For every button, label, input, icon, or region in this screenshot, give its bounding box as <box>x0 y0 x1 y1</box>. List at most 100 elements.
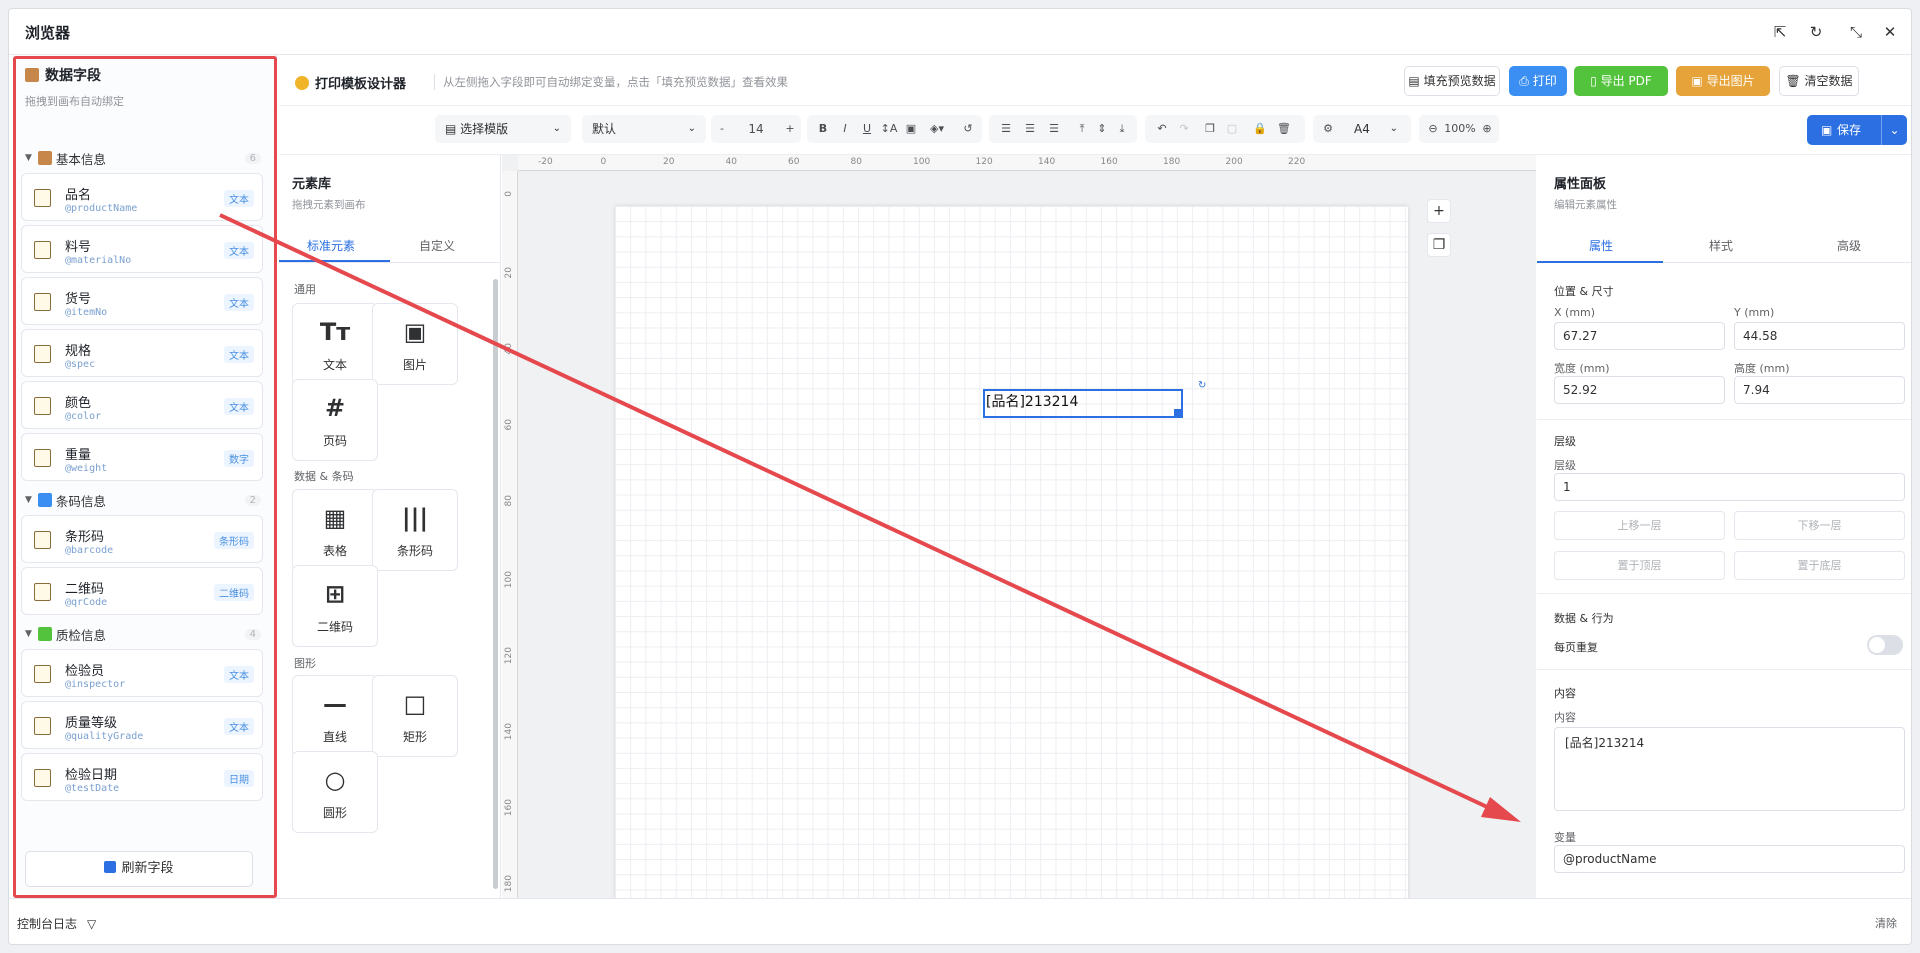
layer-label: 层级 <box>1554 459 1576 472</box>
font-decrease-button[interactable]: - <box>711 115 733 143</box>
element-label: 图片 <box>402 358 427 372</box>
bold-icon[interactable]: B <box>812 115 834 143</box>
bring-to-front-button[interactable]: 置于顶层 <box>1554 551 1725 580</box>
library-item[interactable]: ▣ 图片 <box>372 303 458 385</box>
gear-icon[interactable]: ⚙ <box>1317 115 1339 143</box>
align-middle-icon[interactable]: ⇕ <box>1091 115 1113 143</box>
italic-icon[interactable]: I <box>834 115 856 143</box>
width-input[interactable]: 52.92 <box>1554 376 1725 404</box>
height-input[interactable]: 7.94 <box>1734 376 1905 404</box>
ruler-horizontal: -20 0 20 40 60 80 100 120 140 160 180 200 220 <box>518 155 1536 171</box>
font-family-select[interactable]: 默认 ⌄ <box>582 115 706 143</box>
repeat-toggle[interactable] <box>1867 635 1903 655</box>
field-item[interactable]: 检验日期 @testDate 日期 <box>21 753 263 801</box>
delete-icon[interactable]: 🗑 <box>1273 115 1295 143</box>
copy-icon[interactable]: ❐ <box>1199 115 1221 143</box>
library-item[interactable]: ○ 圆形 <box>292 751 378 833</box>
print-button[interactable]: ⎙ 打印 <box>1509 66 1567 96</box>
undo-icon[interactable]: ↶ <box>1151 115 1173 143</box>
x-input[interactable]: 67.27 <box>1554 322 1725 350</box>
ruler-tick-label: 160 <box>1100 157 1118 167</box>
filter-icon[interactable]: ▽ <box>87 917 96 931</box>
export-pdf-button[interactable]: ▯ 导出 PDF <box>1574 66 1668 96</box>
console-log-toggle[interactable]: 控制台日志 <box>17 917 77 931</box>
font-size-value[interactable]: 14 <box>738 115 774 143</box>
copy-page-button[interactable]: ❐ <box>1427 233 1451 257</box>
ruler-tick-label: 100 <box>913 157 931 167</box>
field-item[interactable]: 颜色 @color 文本 <box>21 381 263 429</box>
field-item[interactable]: 条形码 @barcode 条形码 <box>21 515 263 563</box>
library-item[interactable]: # 页码 <box>292 379 378 461</box>
font-increase-button[interactable]: + <box>779 115 801 143</box>
zoom-in-icon[interactable]: ⊕ <box>1476 115 1498 143</box>
content-textarea[interactable]: [品名]213214 <box>1554 727 1905 811</box>
collapse-icon[interactable]: ⤡ <box>1845 21 1867 43</box>
template-select[interactable]: ▤ 选择模版 ⌄ <box>435 115 571 143</box>
clear-data-button[interactable]: 🗑 清空数据 <box>1779 66 1859 96</box>
close-icon[interactable]: ✕ <box>1879 21 1901 43</box>
rotate-handle-icon[interactable]: ↻ <box>1198 380 1206 391</box>
library-item[interactable]: ▦ 表格 <box>292 489 378 571</box>
align-top-icon[interactable]: ⤒ <box>1071 115 1093 143</box>
save-menu-chevron-icon[interactable]: ⌄ <box>1881 115 1907 145</box>
lock-icon[interactable]: 🔒 <box>1249 115 1271 143</box>
field-item[interactable]: 货号 @itemNo 文本 <box>21 277 263 325</box>
library-item[interactable]: ⊞ 二维码 <box>292 565 378 647</box>
field-group-header[interactable]: ▼ 条码信息 2 <box>21 485 267 515</box>
field-group-header[interactable]: ▼ 质检信息 4 <box>21 619 267 649</box>
align-right-icon[interactable]: ☰ <box>1043 115 1065 143</box>
field-item[interactable]: 重量 @weight 数字 <box>21 433 263 481</box>
underline-icon[interactable]: U <box>856 115 878 143</box>
save-button[interactable]: ▣ 保存 ⌄ <box>1807 115 1907 145</box>
fill-color-icon[interactable]: ◈▾ <box>922 115 952 143</box>
resize-handle[interactable] <box>1174 409 1183 418</box>
align-left-icon[interactable]: ☰ <box>995 115 1017 143</box>
send-to-back-button[interactable]: 置于底层 <box>1734 551 1905 580</box>
fields-list: ▼ 基本信息 6 品名 @productName 文本 料号 @materialNo 文本 货号 @… <box>21 143 267 843</box>
refresh-fields-button[interactable]: 刷新字段 <box>25 851 253 887</box>
layer-input[interactable]: 1 <box>1554 473 1905 501</box>
align-center-icon[interactable]: ☰ <box>1019 115 1041 143</box>
page-canvas[interactable]: [品名]213214 ↻ <box>615 206 1408 898</box>
library-item[interactable]: — 直线 <box>292 675 378 757</box>
variable-input[interactable]: @productName <box>1554 845 1905 873</box>
reload-icon[interactable]: ↻ <box>1805 21 1827 43</box>
field-variable: @color <box>65 411 102 422</box>
move-up-button[interactable]: 上移一层 <box>1554 511 1725 540</box>
field-item[interactable]: 规格 @spec 文本 <box>21 329 263 377</box>
align-bottom-icon[interactable]: ⤓ <box>1111 115 1133 143</box>
pointer-icon[interactable]: ⇱ <box>1769 21 1791 43</box>
y-input[interactable]: 44.58 <box>1734 322 1905 350</box>
letter-spacing-icon[interactable]: ↕A <box>878 115 900 143</box>
width-label: 宽度 (mm) <box>1554 362 1610 375</box>
redo-icon[interactable]: ↷ <box>1173 115 1195 143</box>
tab-custom[interactable]: 自定义 <box>419 237 455 254</box>
library-item[interactable]: Tт 文本 <box>292 303 378 385</box>
paste-icon[interactable]: ▢ <box>1221 115 1243 143</box>
text-background-icon[interactable]: ▣ <box>900 115 922 143</box>
move-down-button[interactable]: 下移一层 <box>1734 511 1905 540</box>
clear-log-button[interactable]: 清除 <box>1875 915 1897 931</box>
field-item[interactable]: 品名 @productName 文本 <box>21 173 263 221</box>
paper-size-select[interactable]: A4 ⌄ <box>1344 115 1408 143</box>
library-item[interactable]: ||| 条形码 <box>372 489 458 571</box>
tab-advanced[interactable]: 高级 <box>1837 237 1861 254</box>
properties-tabs: 属性 样式 高级 <box>1537 227 1911 263</box>
library-item[interactable]: □ 矩形 <box>372 675 458 757</box>
field-item[interactable]: 二维码 @qrCode 二维码 <box>21 567 263 615</box>
tab-standard[interactable]: 标准元素 <box>307 237 355 254</box>
field-item[interactable]: 检验员 @inspector 文本 <box>21 649 263 697</box>
field-item[interactable]: 料号 @materialNo 文本 <box>21 225 263 273</box>
field-group-header[interactable]: ▼ 基本信息 6 <box>21 143 267 173</box>
library-scrollbar[interactable] <box>493 279 498 889</box>
tab-style[interactable]: 样式 <box>1709 237 1733 254</box>
field-item[interactable]: 质量等级 @qualityGrade 文本 <box>21 701 263 749</box>
tab-properties[interactable]: 属性 <box>1589 237 1613 254</box>
zoom-out-icon[interactable]: ⊖ <box>1422 115 1444 143</box>
export-image-button[interactable]: ▣ 导出图片 <box>1676 66 1770 96</box>
fill-preview-button[interactable]: ▤ 填充预览数据 <box>1404 66 1500 96</box>
field-type-icon <box>34 397 51 415</box>
reset-icon[interactable]: ↺ <box>957 115 979 143</box>
text-element[interactable]: [品名]213214 <box>983 389 1183 418</box>
add-page-button[interactable]: + <box>1427 199 1451 223</box>
